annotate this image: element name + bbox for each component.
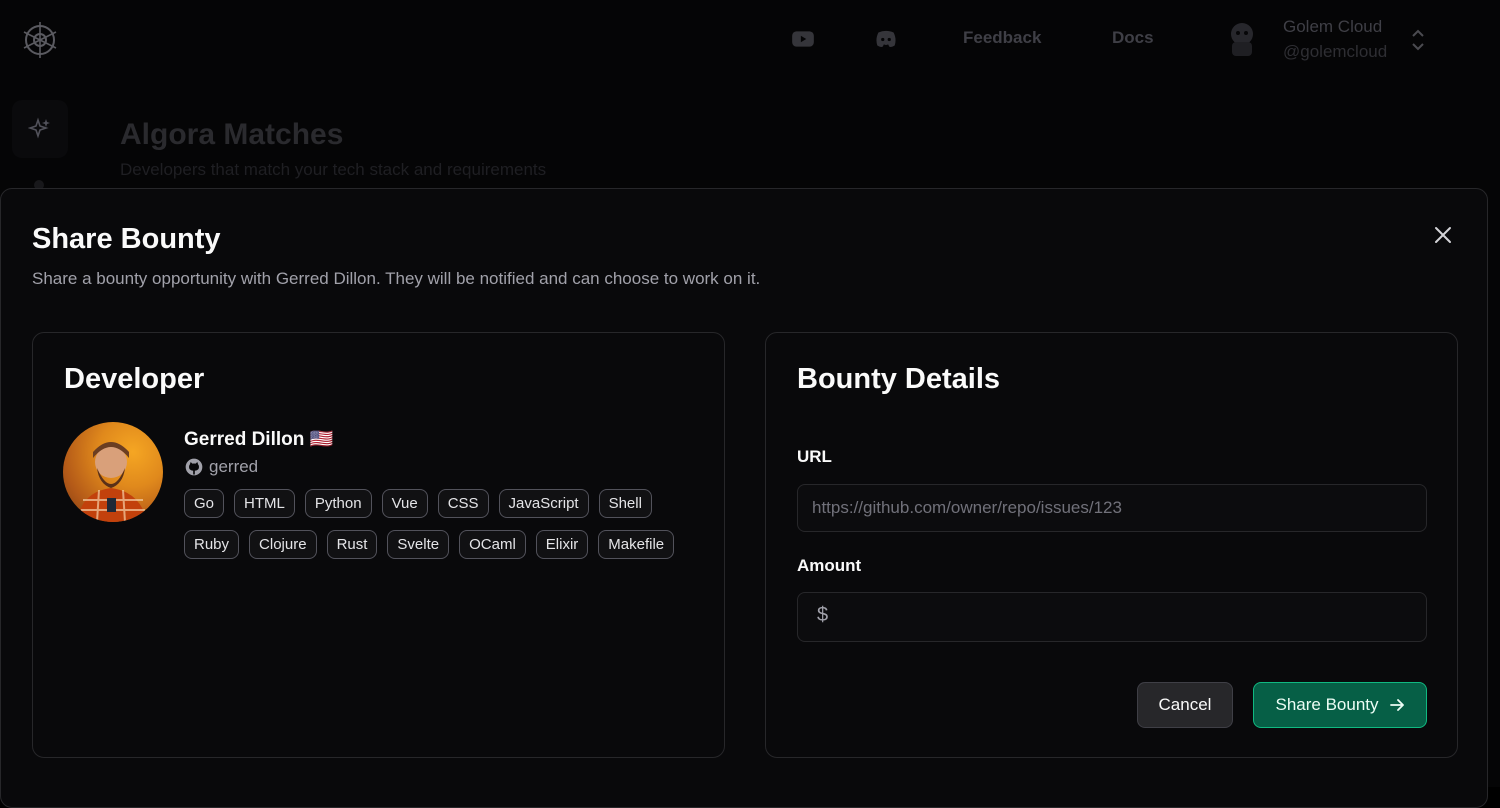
developer-tech-tags: Go HTML Python Vue CSS JavaScript Shell … — [184, 489, 704, 559]
tech-tag: Makefile — [598, 530, 674, 559]
tech-tag: Python — [305, 489, 372, 518]
close-button[interactable] — [1431, 223, 1455, 247]
tech-tag: Rust — [327, 530, 378, 559]
amount-field: $ — [797, 592, 1427, 642]
discord-icon[interactable] — [872, 26, 900, 52]
dollar-prefix: $ — [817, 604, 828, 627]
dialog-title: Share Bounty — [32, 223, 221, 256]
nav-docs-link[interactable]: Docs — [1112, 28, 1154, 48]
tech-tag: Vue — [382, 489, 428, 518]
close-icon — [1434, 226, 1452, 244]
github-icon — [184, 457, 204, 477]
nav-feedback-link[interactable]: Feedback — [963, 28, 1041, 48]
tech-tag: Ruby — [184, 530, 239, 559]
org-name[interactable]: Golem Cloud — [1283, 17, 1382, 37]
amount-input[interactable] — [797, 592, 1427, 642]
developer-github-handle[interactable]: gerred — [209, 457, 258, 477]
tech-tag: CSS — [438, 489, 489, 518]
bounty-details-card: Bounty Details URL Amount $ Cancel Share… — [765, 332, 1458, 758]
tech-tag: JavaScript — [499, 489, 589, 518]
chevron-up-down-icon[interactable] — [1408, 26, 1428, 54]
cancel-button-label: Cancel — [1159, 695, 1212, 715]
tech-tag: Shell — [599, 489, 652, 518]
arrow-right-icon — [1389, 697, 1405, 713]
org-avatar[interactable] — [1224, 20, 1260, 58]
tech-tag: Clojure — [249, 530, 317, 559]
tech-tag: OCaml — [459, 530, 526, 559]
tech-tag: Svelte — [387, 530, 449, 559]
youtube-icon[interactable] — [790, 26, 816, 52]
developer-github-link[interactable]: gerred — [184, 457, 258, 477]
tech-tag: Go — [184, 489, 224, 518]
page-title: Algora Matches — [120, 118, 343, 152]
dialog-description: Share a bounty opportunity with Gerred D… — [32, 269, 760, 289]
sidebar-item-matches[interactable] — [12, 100, 68, 158]
top-navbar: Feedback Docs Golem Cloud @golemcloud — [0, 0, 1500, 80]
developer-card-title: Developer — [64, 363, 204, 396]
tech-tag: Elixir — [536, 530, 589, 559]
cancel-button[interactable]: Cancel — [1137, 682, 1233, 728]
tech-tag: HTML — [234, 489, 295, 518]
url-input[interactable] — [797, 484, 1427, 532]
algora-logo-icon[interactable] — [16, 18, 64, 62]
share-bounty-dialog: Share Bounty Share a bounty opportunity … — [0, 188, 1488, 808]
developer-name: Gerred Dillon 🇺🇸 — [184, 427, 333, 451]
developer-card: Developer Gerred Dillon 🇺🇸 gerred Go HTM… — [32, 332, 725, 758]
amount-label: Amount — [797, 556, 861, 576]
share-bounty-button[interactable]: Share Bounty — [1253, 682, 1427, 728]
bounty-details-title: Bounty Details — [797, 363, 1000, 396]
url-label: URL — [797, 447, 832, 467]
page-subtitle: Developers that match your tech stack an… — [120, 160, 546, 180]
developer-avatar — [63, 422, 163, 522]
sparkles-icon — [28, 117, 52, 141]
org-handle: @golemcloud — [1283, 42, 1387, 62]
share-bounty-button-label: Share Bounty — [1275, 695, 1378, 715]
